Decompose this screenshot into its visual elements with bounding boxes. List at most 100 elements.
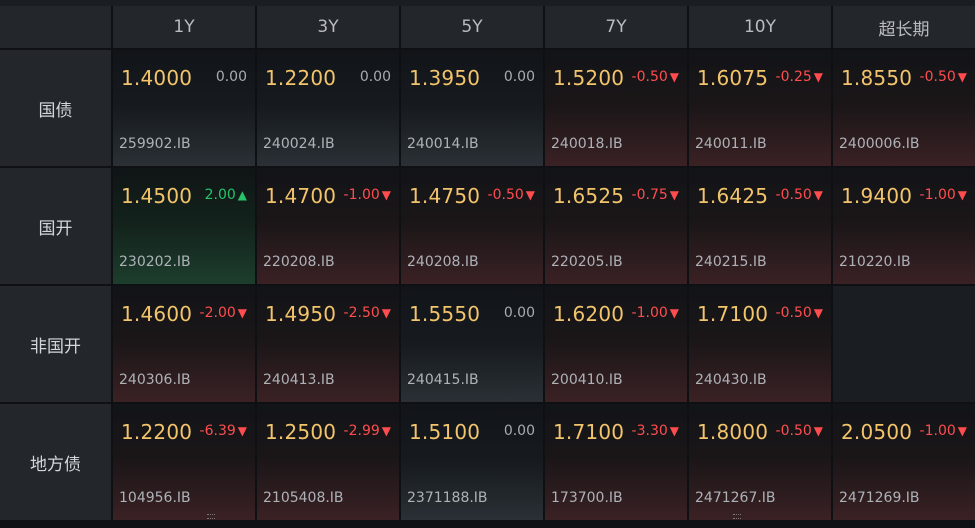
change-value: -6.39 <box>199 423 236 439</box>
change-indicator: 0.00 <box>360 69 391 85</box>
yield-cell[interactable]: 1.5550 0.00 240415.IB <box>401 286 543 402</box>
bond-code: 200410.IB <box>551 372 623 388</box>
triangle-down-icon: ▼ <box>669 70 679 84</box>
yield-value: 1.6425 <box>697 184 769 208</box>
change-value: -2.50 <box>343 305 380 321</box>
change-indicator: -3.30 ▼ <box>632 423 679 439</box>
change-indicator: -0.25 ▼ <box>776 69 823 85</box>
yield-cell[interactable]: 1.3950 0.00 240014.IB <box>401 50 543 166</box>
yield-cell[interactable]: 1.8550 -0.50 ▼ 2400006.IB <box>833 50 975 166</box>
bond-code: 230202.IB <box>119 254 191 270</box>
bond-code: 2371188.IB <box>407 490 488 506</box>
change-indicator: 0.00 <box>216 69 247 85</box>
yield-cell[interactable]: 1.4950 -2.50 ▼ 240413.IB <box>257 286 399 402</box>
change-value: -0.50 <box>775 423 812 439</box>
change-value: -0.50 <box>775 305 812 321</box>
yield-value: 1.6075 <box>697 66 769 90</box>
change-indicator: 0.00 <box>504 69 535 85</box>
change-indicator: -0.75 ▼ <box>632 187 679 203</box>
yield-value: 1.4950 <box>265 302 337 326</box>
yield-cell[interactable]: 1.4750 -0.50 ▼ 240208.IB <box>401 168 543 284</box>
yield-cell[interactable]: 1.8000 -0.50 ▼ 2471267.IB <box>689 404 831 520</box>
triangle-down-icon: ▼ <box>957 70 967 84</box>
bond-code: 240018.IB <box>551 136 623 152</box>
yield-cell[interactable]: 1.5200 -0.50 ▼ 240018.IB <box>545 50 687 166</box>
yield-value: 2.0500 <box>841 420 913 444</box>
triangle-down-icon: ▼ <box>957 424 967 438</box>
col-header-10y[interactable]: 10Y <box>689 6 831 48</box>
col-header-5y[interactable]: 5Y <box>401 6 543 48</box>
bond-code: 2471267.IB <box>695 490 776 506</box>
triangle-down-icon: ▼ <box>813 188 823 202</box>
col-header-ultra-long[interactable]: 超长期 <box>833 6 975 48</box>
yield-cell[interactable]: 2.0500 -1.00 ▼ 2471269.IB <box>833 404 975 520</box>
yield-cell[interactable]: 1.4700 -1.00 ▼ 220208.IB <box>257 168 399 284</box>
change-indicator: 2.00 ▲ <box>205 187 247 203</box>
yield-cell[interactable]: 1.6425 -0.50 ▼ 240215.IB <box>689 168 831 284</box>
yield-cell[interactable]: 1.2200 -6.39 ▼ 104956.IB <box>113 404 255 520</box>
change-indicator: -0.50 ▼ <box>776 423 823 439</box>
row-header-non-cdb-bond[interactable]: 非国开 <box>0 286 111 402</box>
yield-cell[interactable]: 1.4000 0.00 259902.IB <box>113 50 255 166</box>
empty-cell[interactable] <box>833 286 975 402</box>
bond-code: 2105408.IB <box>263 490 344 506</box>
triangle-down-icon: ▼ <box>813 70 823 84</box>
change-value: 0.00 <box>503 69 535 85</box>
col-header-1y[interactable]: 1Y <box>113 6 255 48</box>
bond-code: 173700.IB <box>551 490 623 506</box>
corner-cell <box>0 6 111 48</box>
yield-cell[interactable]: 1.6200 -1.00 ▼ 200410.IB <box>545 286 687 402</box>
change-value: 0.00 <box>359 69 391 85</box>
triangle-down-icon: ▼ <box>381 306 391 320</box>
yield-value: 1.4000 <box>121 66 193 90</box>
bond-code: 240014.IB <box>407 136 479 152</box>
yield-value: 1.8000 <box>697 420 769 444</box>
change-value: -0.75 <box>631 187 668 203</box>
bond-code: 220208.IB <box>263 254 335 270</box>
change-indicator: -1.00 ▼ <box>920 423 967 439</box>
change-value: -1.00 <box>343 187 380 203</box>
yield-value: 1.3950 <box>409 66 481 90</box>
yield-value: 1.8550 <box>841 66 913 90</box>
yield-cell[interactable]: 1.2500 -2.99 ▼ 2105408.IB <box>257 404 399 520</box>
yield-cell[interactable]: 1.6525 -0.75 ▼ 220205.IB <box>545 168 687 284</box>
yield-value: 1.4700 <box>265 184 337 208</box>
change-value: -1.00 <box>919 423 956 439</box>
row-header-government-bond[interactable]: 国债 <box>0 50 111 166</box>
yield-cell[interactable]: 1.6075 -0.25 ▼ 240011.IB <box>689 50 831 166</box>
change-value: -2.00 <box>199 305 236 321</box>
bond-code: 220205.IB <box>551 254 623 270</box>
yield-cell[interactable]: 1.7100 -3.30 ▼ 173700.IB <box>545 404 687 520</box>
yield-cell[interactable]: 1.4500 2.00 ▲ 230202.IB <box>113 168 255 284</box>
change-indicator: -2.50 ▼ <box>344 305 391 321</box>
bond-code: 2400006.IB <box>839 136 920 152</box>
change-indicator: -1.00 ▼ <box>344 187 391 203</box>
change-indicator: -1.00 ▼ <box>632 305 679 321</box>
change-indicator: -0.50 ▼ <box>920 69 967 85</box>
bond-code: 104956.IB <box>119 490 191 506</box>
change-indicator: -0.50 ▼ <box>776 187 823 203</box>
yield-value: 1.4600 <box>121 302 193 326</box>
yield-value: 1.5200 <box>553 66 625 90</box>
yield-value: 1.4750 <box>409 184 481 208</box>
resize-handle-icon[interactable] <box>733 514 741 519</box>
row-header-local-government-bond[interactable]: 地方债 <box>0 404 111 520</box>
bond-code: 259902.IB <box>119 136 191 152</box>
col-header-3y[interactable]: 3Y <box>257 6 399 48</box>
change-indicator: -2.99 ▼ <box>344 423 391 439</box>
yield-cell[interactable]: 1.7100 -0.50 ▼ 240430.IB <box>689 286 831 402</box>
yield-cell[interactable]: 1.5100 0.00 2371188.IB <box>401 404 543 520</box>
col-header-7y[interactable]: 7Y <box>545 6 687 48</box>
yield-cell[interactable]: 1.9400 -1.00 ▼ 210220.IB <box>833 168 975 284</box>
triangle-down-icon: ▼ <box>237 306 247 320</box>
change-indicator: -6.39 ▼ <box>200 423 247 439</box>
change-indicator: 0.00 <box>504 423 535 439</box>
yield-cell[interactable]: 1.4600 -2.00 ▼ 240306.IB <box>113 286 255 402</box>
yield-cell[interactable]: 1.2200 0.00 240024.IB <box>257 50 399 166</box>
triangle-down-icon: ▼ <box>237 424 247 438</box>
bond-code: 210220.IB <box>839 254 911 270</box>
triangle-down-icon: ▼ <box>669 306 679 320</box>
row-header-cdb-bond[interactable]: 国开 <box>0 168 111 284</box>
resize-handle-icon[interactable] <box>207 514 215 519</box>
change-value: -1.00 <box>919 187 956 203</box>
